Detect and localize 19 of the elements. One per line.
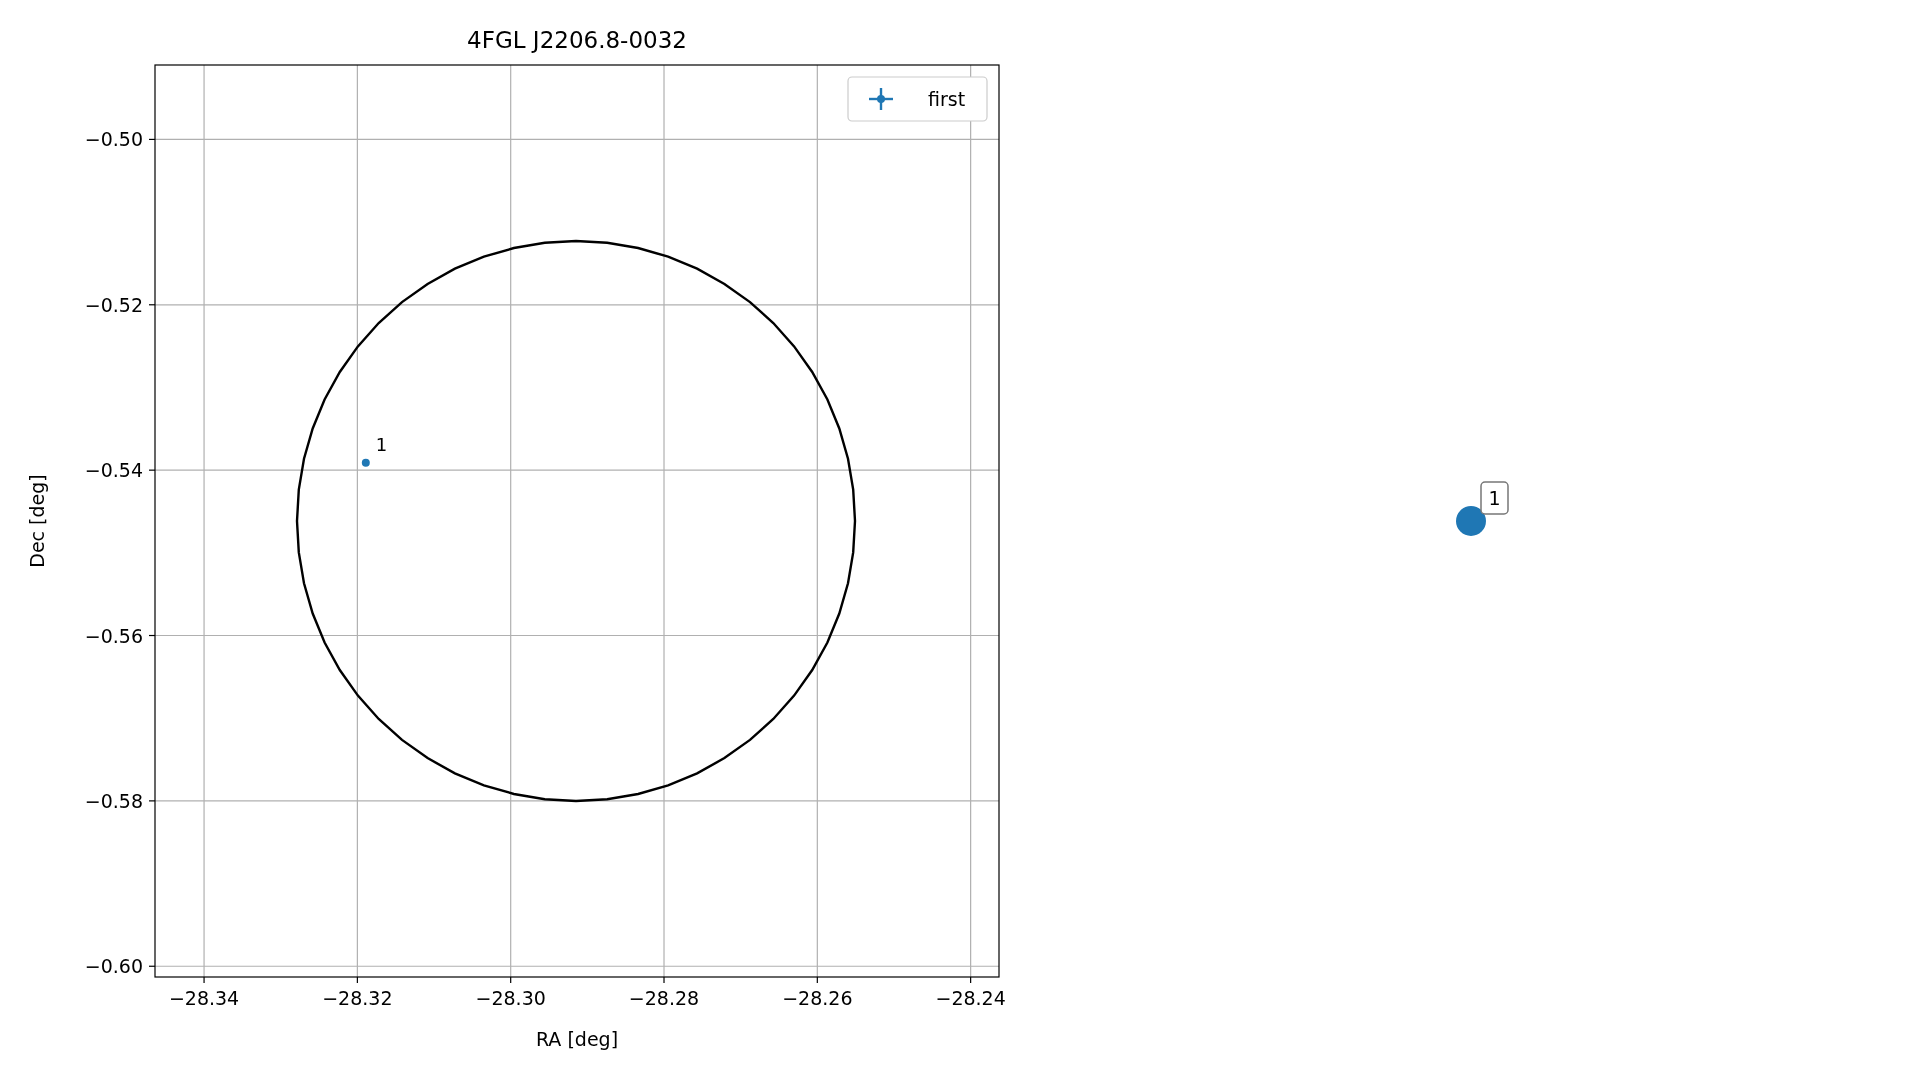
y-tick-label: −0.50 [84,128,143,151]
legend-label: first [928,88,966,110]
x-tick-label: −28.32 [322,987,393,1009]
label-box [1480,481,1509,515]
chart-title: 4FGL J2206.8-0032 [467,27,687,53]
point-label: 1 [375,433,388,455]
marker-label: 1 [1488,487,1501,509]
y-tick-label: −0.54 [84,459,143,482]
x-tick-label: −28.24 [935,987,1006,1009]
y-axis-label: Dec [deg] [26,474,48,568]
y-tick-label: −0.52 [84,293,143,316]
x-axis-label: RA [deg] [535,1028,619,1050]
y-tick-label: −0.60 [84,955,143,978]
x-tick-label: −28.34 [168,987,240,1009]
x-tick-label: −28.28 [628,987,700,1009]
y-tick-label: −0.56 [84,624,143,647]
y-tick-label: −0.58 [84,789,143,812]
x-tick-label: −28.30 [475,987,546,1009]
x-tick-label: −28.26 [782,987,853,1009]
